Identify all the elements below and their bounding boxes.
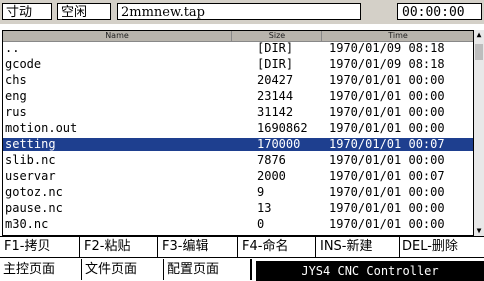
file-time-cell: 1970/01/01 00:00 [329,105,445,119]
ins-new-button[interactable]: INS-新建 [316,237,400,257]
column-header-time[interactable]: Time [321,31,473,41]
file-size-cell: 20427 [257,73,294,87]
file-time-cell: 1970/01/01 00:00 [329,89,445,103]
file-time-cell: 1970/01/09 08:18 [329,57,445,71]
tab-main-control[interactable]: 主控页面 [0,259,82,280]
file-time-cell: 1970/01/01 00:00 [329,73,445,87]
file-row[interactable]: slib.nc 7876 1970/01/01 00:00 [3,154,473,167]
file-row[interactable]: pause.nc 13 1970/01/01 00:00 [3,202,473,215]
file-size-cell: 9 [257,185,265,199]
file-name-cell: .. [5,41,20,55]
column-header-name[interactable]: Name [3,31,231,41]
file-list[interactable]: Name Size Time .. [DIR] 1970/01/09 08:18 gc… [2,30,474,236]
file-size-cell: 7876 [257,153,286,167]
file-size-cell: [DIR] [257,41,294,55]
file-name-cell: setting [5,137,56,151]
file-name-cell: pause.nc [5,201,63,215]
file-name-cell: gcode [5,57,42,71]
f2-paste-button[interactable]: F2-粘贴 [80,237,158,257]
file-size-cell: 1690862 [257,121,308,135]
page-tab-bar: 主控页面 文件页面 配置页面 JYS4 CNC Controller [0,259,484,281]
file-size-cell: 31142 [257,105,294,119]
controller-title: JYS4 CNC Controller [256,261,484,281]
current-file-indicator: 2mmnew.tap [117,3,361,20]
file-row[interactable]: eng 23144 1970/01/01 00:00 [3,90,473,103]
file-time-cell: 1970/01/09 08:18 [329,41,445,55]
file-time-cell: 1970/01/01 00:00 [329,153,445,167]
file-row[interactable]: rus 31142 1970/01/01 00:00 [3,106,473,119]
file-time-cell: 1970/01/01 00:00 [329,185,445,199]
tab-file[interactable]: 文件页面 [82,259,164,280]
f4-rename-button[interactable]: F4-命名 [238,237,316,257]
run-timer: 00:00:00 [397,3,482,20]
file-name-cell: slib.nc [5,153,56,167]
file-row[interactable]: chs 20427 1970/01/01 00:00 [3,74,473,87]
machine-state-indicator: 空闲 [57,3,111,20]
column-header-size[interactable]: Size [231,31,322,41]
file-row[interactable]: .. [DIR] 1970/01/09 08:18 [3,42,473,55]
file-time-cell: 1970/01/01 00:07 [329,169,445,183]
file-size-cell: 0 [257,217,265,231]
file-name-cell: rus [5,105,27,119]
file-size-cell: 2000 [257,169,286,183]
file-list-scrollbar[interactable]: ▲ ▼ [474,30,484,236]
scroll-down-arrow-icon[interactable]: ▼ [474,226,484,236]
file-name-cell: uservar [5,169,56,183]
file-size-cell: 170000 [257,137,301,151]
f1-copy-button[interactable]: F1-拷贝 [0,237,80,257]
file-row[interactable]: uservar 2000 1970/01/01 00:07 [3,170,473,183]
file-name-cell: chs [5,73,27,87]
status-bar: 寸动 空闲 2mmnew.tap 00:00:00 [0,0,484,24]
file-time-cell: 1970/01/01 00:00 [329,121,445,135]
file-row[interactable]: motion.out 1690862 1970/01/01 00:00 [3,122,473,135]
f3-edit-button[interactable]: F3-编辑 [158,237,238,257]
del-delete-button[interactable]: DEL-删除 [400,237,484,257]
file-time-cell: 1970/01/01 00:00 [329,217,445,231]
tab-config[interactable]: 配置页面 [164,259,252,280]
file-name-cell: m30.nc [5,217,49,231]
file-name-cell: gotoz.nc [5,185,63,199]
file-row[interactable]: gotoz.nc 9 1970/01/01 00:00 [3,186,473,199]
file-time-cell: 1970/01/01 00:07 [329,137,445,151]
file-size-cell: 23144 [257,89,294,103]
file-size-cell: [DIR] [257,57,294,71]
function-key-bar: F1-拷贝 F2-粘贴 F3-编辑 F4-命名 INS-新建 DEL-删除 [0,236,484,258]
file-size-cell: 13 [257,201,272,215]
file-row[interactable]: setting 170000 1970/01/01 00:07 [3,138,473,151]
file-name-cell: motion.out [5,121,78,135]
scrollbar-thumb[interactable] [475,44,483,60]
file-name-cell: eng [5,89,27,103]
file-time-cell: 1970/01/01 00:00 [329,201,445,215]
scroll-up-arrow-icon[interactable]: ▲ [474,30,484,40]
file-row[interactable]: gcode [DIR] 1970/01/09 08:18 [3,58,473,71]
jog-mode-indicator: 寸动 [2,3,52,20]
file-row[interactable]: m30.nc 0 1970/01/01 00:00 [3,218,473,231]
